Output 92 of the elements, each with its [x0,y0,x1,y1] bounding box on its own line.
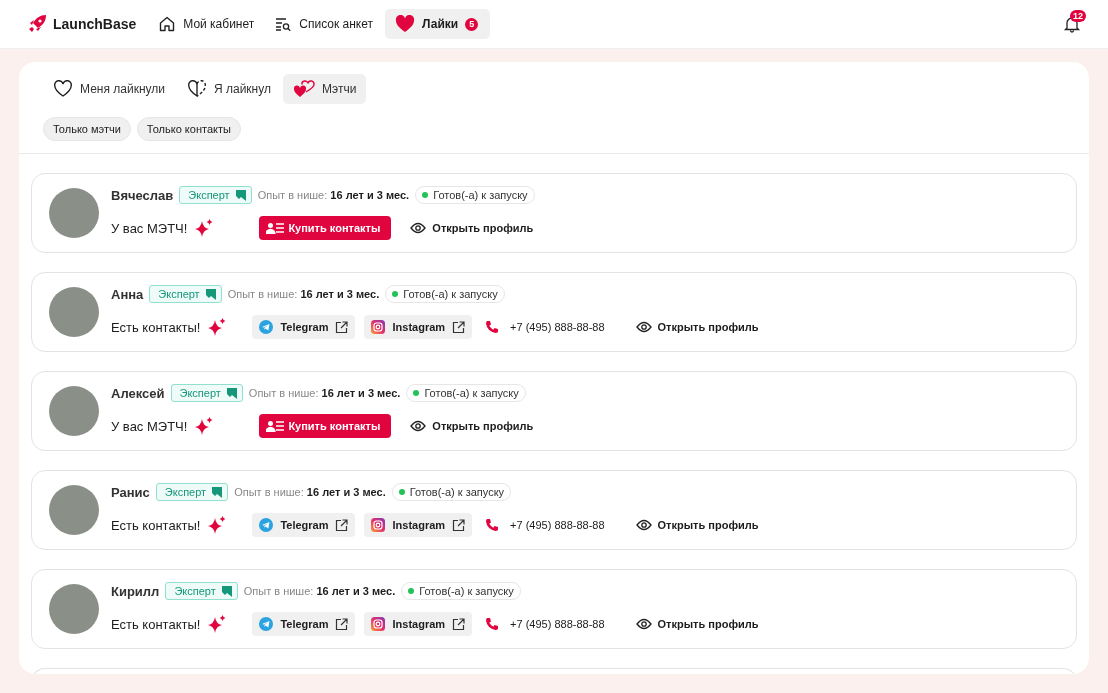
sparkle-icon [207,515,228,535]
phone-number: +7 (495) 888-88-88 [510,519,605,531]
avatar-placeholder [49,386,99,436]
experience-text: Опыт в нише: 16 лет и 3 мес. [257,189,410,201]
open-profile-link[interactable]: Открыть профиль [635,519,759,531]
notification-badge: 12 [1070,10,1086,22]
sparkle-icon [194,218,215,238]
external-link-icon [452,617,466,631]
half-heart-icon [186,80,207,98]
external-link-icon [452,320,466,334]
external-link-icon [335,617,349,631]
instagram-icon [371,320,386,334]
buy-contacts-button[interactable]: Купить контакты [259,216,392,240]
expert-badge: Эксперт [170,384,243,402]
telegram-icon [259,320,274,334]
external-link-icon [335,320,349,334]
experience-text: Опыт в нише: 16 лет и 3 мес. [243,585,396,597]
telegram-icon [259,617,274,631]
telegram-link[interactable]: Telegram [252,315,356,339]
instagram-link[interactable]: Instagram [364,612,473,636]
tab[interactable]: Я лайкнул [176,74,281,104]
phone-number: +7 (495) 888-88-88 [510,321,605,333]
status-message: Есть контакты! [111,616,201,632]
profile-name: Ранис [111,484,150,500]
filter-chip[interactable]: Только мэтчи [43,117,131,141]
open-profile-link[interactable]: Открыть профиль [635,321,759,333]
filter-chip[interactable]: Только контакты [136,117,241,141]
eye-icon [635,519,652,531]
status-message: У вас МЭТЧ! [111,418,188,434]
avatar-placeholder [49,485,99,535]
profile-name: Вячеслав [111,187,174,203]
expert-badge: Эксперт [179,186,252,204]
instagram-icon [371,518,386,532]
status-message: Есть контакты! [111,319,201,335]
status-message: Есть контакты! [111,517,201,533]
telegram-link[interactable]: Telegram [252,612,356,636]
external-link-icon [335,518,349,532]
eye-icon [410,420,427,432]
home-icon [158,15,177,33]
expert-badge: Эксперт [165,582,238,600]
status-message: У вас МЭТЧ! [111,220,188,236]
sparkle-icon [207,614,228,634]
phone-icon [485,320,500,334]
contact-card-icon [266,420,285,432]
heart-icon [395,15,415,33]
flag-icon [212,486,223,498]
experience-text: Опыт в нише: 16 лет и 3 мес. [248,387,401,399]
open-profile-link[interactable]: Открыть профиль [410,222,534,234]
heart-outline-icon [53,80,73,98]
open-profile-link[interactable]: Открыть профиль [635,618,759,630]
external-link-icon [452,518,466,532]
sparkle-icon [207,317,228,337]
tab[interactable]: Мэтчи [282,74,367,104]
phone-number: +7 (495) 888-88-88 [510,618,605,630]
experience-text: Опыт в нише: 16 лет и 3 мес. [234,486,386,498]
count-badge: 5 [465,17,479,31]
expert-badge: Эксперт [155,483,229,501]
tab[interactable]: Меня лайкнули [43,74,175,104]
experience-text: Опыт в нише: 16 лет и 3 мес. [227,288,380,300]
avatar-placeholder [49,584,99,634]
open-profile-link[interactable]: Открыть профиль [410,420,534,432]
list-search-icon [274,15,293,33]
profile-name: Алексей [111,385,165,401]
phone-icon [485,617,500,631]
buy-contacts-button[interactable]: Купить контакты [259,414,392,438]
flag-icon [226,387,237,399]
instagram-icon [371,617,386,631]
expert-badge: Эксперт [149,285,222,303]
flag-icon [221,585,232,597]
telegram-link[interactable]: Telegram [252,513,356,537]
instagram-link[interactable]: Instagram [364,513,473,537]
profile-name: Кирилл [111,583,160,599]
bell-icon[interactable] [1063,15,1081,33]
phone-icon [485,518,500,532]
eye-icon [635,618,652,630]
telegram-icon [259,518,274,532]
flag-icon [205,288,216,300]
nav-item[interactable]: Лайки 5 [385,9,491,39]
sparkle-icon [194,416,215,436]
eye-icon [635,321,652,333]
rocket-icon [27,14,47,34]
profile-name: Анна [111,286,144,302]
two-hearts-icon [292,80,315,98]
nav-item[interactable]: Мой кабинет [150,9,263,39]
avatar-placeholder [49,287,99,337]
eye-icon [410,222,427,234]
logo-text: LaunchBase [53,16,137,32]
nav-item[interactable]: Список анкет [266,9,381,39]
contact-card-icon [266,222,285,234]
avatar-placeholder [49,188,99,238]
flag-icon [235,189,246,201]
instagram-link[interactable]: Instagram [364,315,473,339]
